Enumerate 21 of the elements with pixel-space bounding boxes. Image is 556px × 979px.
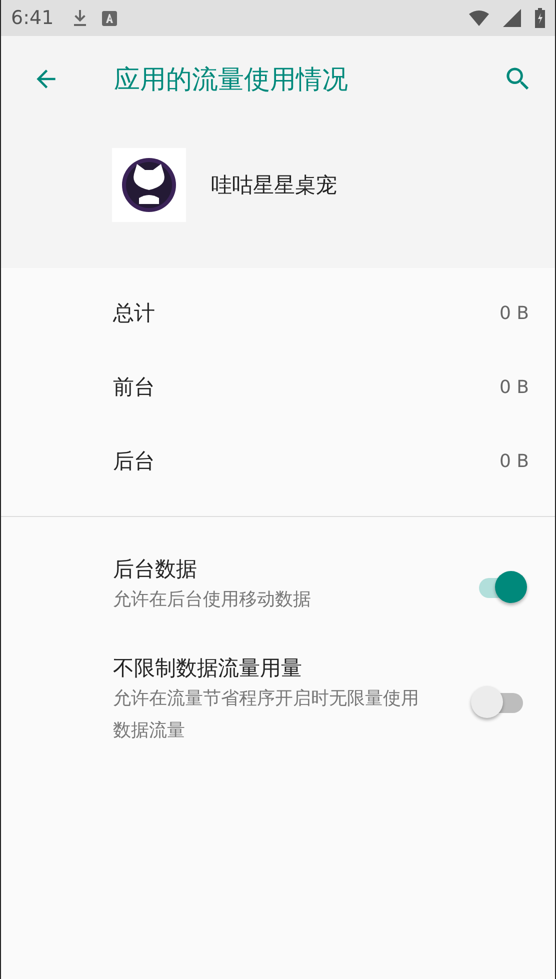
page-title: 应用的流量使用情况 <box>114 64 349 96</box>
usage-value: 0 B <box>499 302 529 324</box>
setting-item[interactable]: 不限制数据流量用量 允许在流量节省程序开启时无限量使用数据流量 <box>1 627 555 747</box>
setting-item[interactable]: 后台数据 允许在后台使用移动数据 <box>1 517 555 627</box>
usage-label: 前台 <box>113 374 155 401</box>
battery-icon <box>535 8 545 28</box>
wifi-icon <box>469 10 489 26</box>
app-name: 哇咕星星桌宠 <box>211 172 337 199</box>
usage-value: 0 B <box>499 450 529 472</box>
usage-value: 0 B <box>499 376 529 398</box>
app-icon <box>112 148 186 222</box>
status-time: 6:41 <box>11 7 54 29</box>
usage-label: 后台 <box>113 448 155 475</box>
setting-summary: 允许在后台使用移动数据 <box>113 588 312 612</box>
download-icon <box>72 9 88 27</box>
setting-title: 后台数据 <box>113 556 198 583</box>
setting-title: 不限制数据流量用量 <box>113 655 303 682</box>
notification-icon <box>102 10 117 26</box>
usage-label: 总计 <box>113 300 155 327</box>
setting-summary: 允许在流量节省程序开启时无限量使用数据流量 <box>113 687 420 743</box>
signal-icon <box>503 9 521 27</box>
